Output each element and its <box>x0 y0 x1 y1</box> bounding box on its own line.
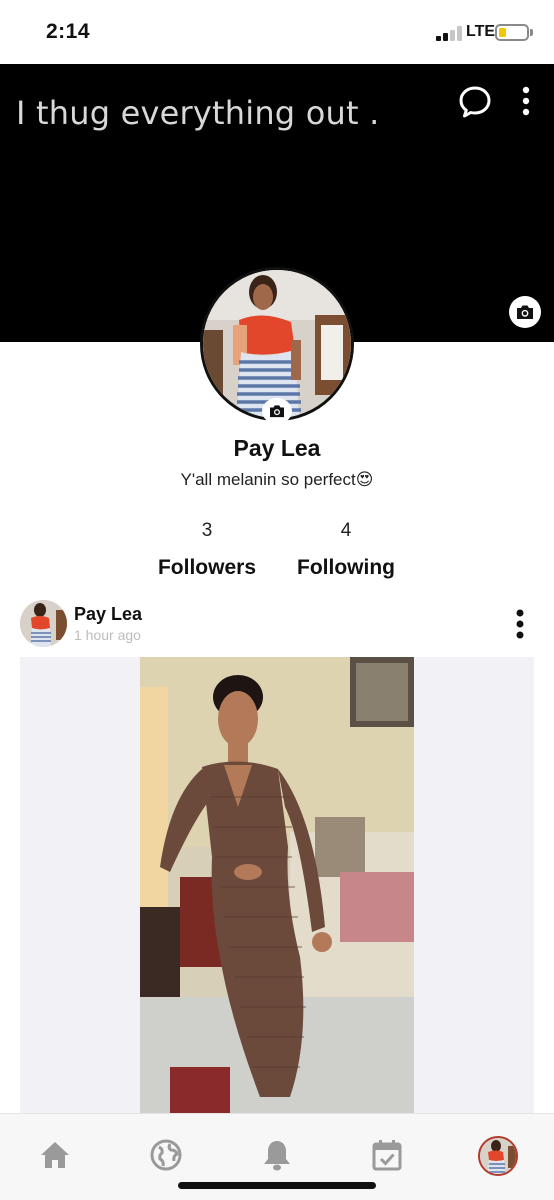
battery-tip <box>530 29 533 36</box>
network-type: LTE <box>466 23 496 40</box>
followers-label: Followers <box>157 556 257 579</box>
cover-camera-icon[interactable] <box>509 296 541 328</box>
battery-icon <box>495 24 529 41</box>
nav-profile-avatar[interactable] <box>478 1136 518 1176</box>
post-photo[interactable] <box>140 657 414 1117</box>
status-bar: 2:14 LTE <box>0 0 554 64</box>
cover-text: I thug everything out . <box>16 94 380 132</box>
home-indicator <box>178 1182 376 1189</box>
globe-icon[interactable] <box>148 1137 184 1173</box>
profile-bio: Y'all melanin so perfect😍 <box>180 470 374 489</box>
home-icon[interactable] <box>37 1137 73 1173</box>
followers-count: 3 <box>201 520 213 541</box>
status-time: 2:14 <box>46 20 91 43</box>
post-more-icon[interactable] <box>514 608 526 640</box>
post-timestamp: 1 hour ago <box>74 627 141 643</box>
more-vertical-icon[interactable] <box>518 85 534 119</box>
signal-strength-icon <box>436 26 464 41</box>
following-stat[interactable]: 4 Following <box>276 520 416 580</box>
chat-bubble-icon[interactable] <box>458 85 492 119</box>
post-author-name[interactable]: Pay Lea <box>74 604 142 625</box>
followers-stat[interactable]: 3 Followers <box>137 520 277 580</box>
profile-name: Pay Lea <box>233 435 321 461</box>
avatar-camera-icon[interactable] <box>262 398 292 424</box>
following-count: 4 <box>340 520 352 541</box>
bell-icon[interactable] <box>259 1137 295 1173</box>
following-label: Following <box>297 556 395 579</box>
post-author-avatar[interactable] <box>20 600 67 647</box>
calendar-check-icon[interactable] <box>369 1137 405 1173</box>
